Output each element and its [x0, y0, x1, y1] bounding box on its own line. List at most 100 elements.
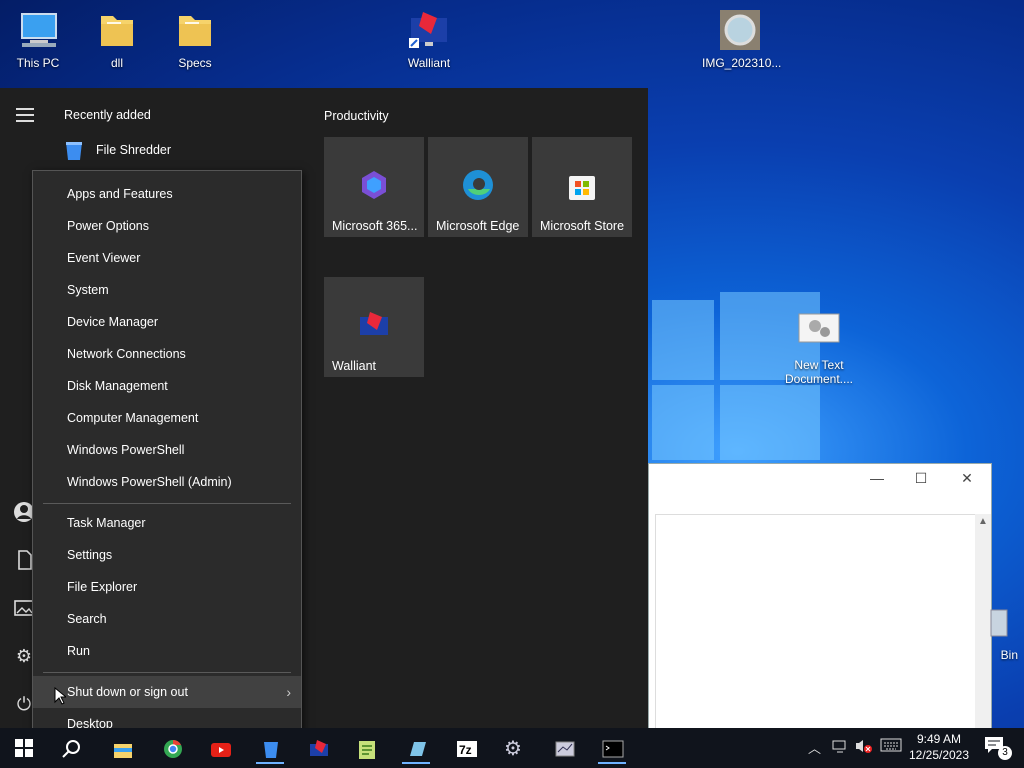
taskbar-app[interactable]: 7z [446, 732, 486, 764]
tile-label: Microsoft Store [540, 219, 625, 233]
desktop-icon-dll[interactable]: dll [79, 8, 155, 70]
active-indicator [598, 762, 626, 764]
taskbar-app[interactable] [346, 732, 386, 764]
notepad-icon [406, 738, 428, 760]
menu-separator [43, 672, 291, 673]
taskbar-app[interactable]: ⚙ [494, 732, 534, 764]
desktop-icon-new-text-document[interactable]: New Text Document.... [780, 310, 858, 386]
menu-item-power-options[interactable]: Power Options [33, 210, 301, 242]
tile-label: Microsoft 365... [332, 219, 418, 233]
taskbar-app[interactable] [544, 732, 584, 764]
desktop-icon-label: New Text Document.... [784, 358, 854, 386]
chevron-right-icon: › [286, 684, 291, 700]
minimize-button[interactable]: — [867, 470, 887, 488]
tile-microsoft-edge[interactable]: Microsoft Edge [428, 137, 528, 237]
taskbar-app[interactable] [396, 732, 436, 764]
notepad-text-area[interactable] [655, 514, 975, 728]
scroll-up-icon[interactable]: ▲ [978, 516, 988, 527]
menu-item-windows-powershell[interactable]: Windows PowerShell [33, 434, 301, 466]
notepad-window[interactable]: — ☐ ✕ ▲ [648, 463, 992, 728]
menu-item-settings[interactable]: Settings [33, 539, 301, 571]
menu-item-run[interactable]: Run [33, 635, 301, 667]
menu-item-label: Shut down or sign out [67, 685, 188, 699]
taskbar-app[interactable] [200, 732, 240, 764]
taskbar-app[interactable] [250, 732, 290, 764]
desktop-icon-this-pc[interactable]: This PC [0, 8, 76, 70]
active-indicator [402, 762, 430, 764]
notepad-title-bar[interactable]: — ☐ ✕ [649, 464, 991, 494]
taskbar-app[interactable] [592, 732, 632, 764]
active-indicator [256, 762, 284, 764]
close-button[interactable]: ✕ [957, 470, 977, 488]
maximize-button[interactable]: ☐ [911, 470, 931, 488]
taskbar-app[interactable] [102, 732, 142, 764]
chrome-icon [162, 738, 184, 760]
file-explorer-icon [112, 738, 134, 760]
taskbar-app[interactable] [152, 732, 192, 764]
menu-item-task-manager[interactable]: Task Manager [33, 507, 301, 539]
walliant-icon [356, 307, 392, 343]
edge-icon [460, 167, 496, 203]
menu-item-apps-and-features[interactable]: Apps and Features [33, 178, 301, 210]
show-hidden-icons-chevron-up-icon[interactable]: ︿ [808, 738, 821, 757]
menu-item-device-manager[interactable]: Device Manager [33, 306, 301, 338]
windows-logo-icon [14, 738, 36, 760]
image-file-icon [718, 8, 762, 52]
walliant-icon [308, 738, 330, 760]
tile-walliant[interactable]: Walliant [324, 277, 424, 377]
desktop-icon-recycle-bin[interactable]: Bin [966, 600, 1024, 662]
menu-item-disk-management[interactable]: Disk Management [33, 370, 301, 402]
folder-icon [173, 8, 217, 52]
gear-app-icon: ⚙ [504, 738, 522, 760]
taskbar-app[interactable] [298, 732, 338, 764]
desktop-icon-walliant[interactable]: Walliant [391, 8, 467, 70]
start-button[interactable] [4, 732, 44, 764]
desktop-icon-specs[interactable]: Specs [157, 8, 233, 70]
notepad-plus-icon [356, 738, 378, 760]
taskbar-search-button[interactable] [50, 732, 90, 764]
menu-item-file-explorer[interactable]: File Explorer [33, 571, 301, 603]
menu-item-computer-management[interactable]: Computer Management [33, 402, 301, 434]
notification-count-badge: 3 [998, 746, 1012, 760]
svg-text:7z: 7z [459, 743, 472, 757]
recent-app-file-shredder[interactable]: File Shredder [62, 136, 171, 164]
mouse-cursor-icon [54, 686, 68, 708]
tile-label: Microsoft Edge [436, 219, 520, 233]
walliant-icon [407, 8, 451, 52]
wallpaper-logo [720, 385, 820, 460]
clock-date: 12/25/2023 [908, 748, 970, 762]
desktop-icon-label: Specs [178, 56, 212, 70]
desktop-icon-label: This PC [16, 56, 60, 70]
menu-item-search[interactable]: Search [33, 603, 301, 635]
youtube-icon [210, 738, 232, 760]
network-tool-icon [554, 738, 576, 760]
keyboard-icon[interactable] [880, 738, 902, 755]
menu-item-shut-down-or-sign-out[interactable]: Shut down or sign out › [33, 676, 301, 708]
seven-zip-icon: 7z [456, 738, 478, 760]
microsoft-365-icon [356, 167, 392, 203]
tile-microsoft-store[interactable]: Microsoft Store [532, 137, 632, 237]
recent-app-label: File Shredder [96, 143, 172, 157]
desktop-icon-label: Bin [1000, 648, 1018, 662]
clock-time: 9:49 AM [916, 732, 962, 746]
notification-center-button[interactable]: 3 [984, 736, 1012, 760]
hamburger-icon[interactable] [16, 108, 34, 122]
desktop-icon-label: Walliant [407, 56, 451, 70]
menu-item-event-viewer[interactable]: Event Viewer [33, 242, 301, 274]
taskbar: 7z ⚙ ︿ 9:49 AM 12/25/2023 3 [0, 728, 1024, 768]
volume-muted-icon[interactable] [855, 738, 873, 757]
desktop-icon-img[interactable]: IMG_202310... [702, 8, 782, 70]
power-user-context-menu: Apps and Features Power Options Event Vi… [32, 170, 302, 750]
menu-item-windows-powershell-admin[interactable]: Windows PowerShell (Admin) [33, 466, 301, 498]
desktop-icon-label: dll [110, 56, 123, 70]
text-document-icon [797, 310, 841, 354]
tile-microsoft-365[interactable]: Microsoft 365... [324, 137, 424, 237]
desktop-icon-label: IMG_202310... [702, 56, 782, 70]
file-shredder-icon [260, 738, 282, 760]
wallpaper-logo [652, 300, 714, 380]
taskbar-clock[interactable]: 9:49 AM 12/25/2023 [902, 731, 976, 763]
menu-item-network-connections[interactable]: Network Connections [33, 338, 301, 370]
network-icon[interactable] [832, 738, 848, 757]
folder-icon [95, 8, 139, 52]
menu-item-system[interactable]: System [33, 274, 301, 306]
